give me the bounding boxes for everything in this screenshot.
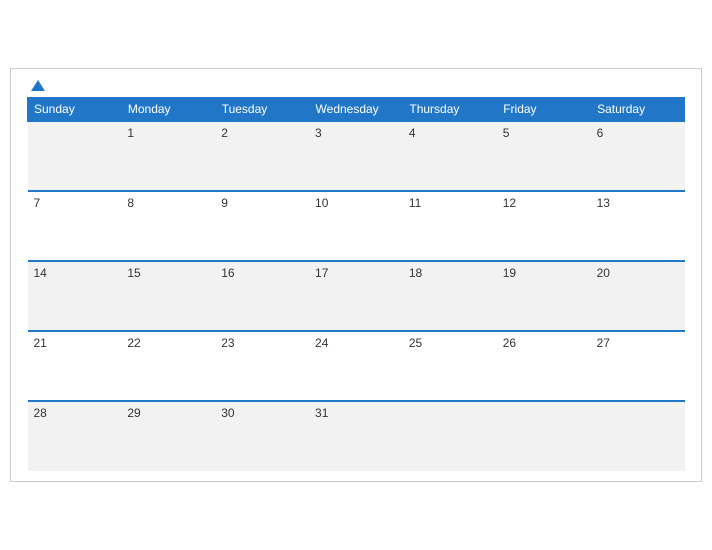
calendar-empty-cell <box>591 401 685 471</box>
day-number: 2 <box>221 126 228 140</box>
day-number: 11 <box>409 196 421 210</box>
day-number: 15 <box>127 266 140 280</box>
day-number: 28 <box>34 406 47 420</box>
day-number: 6 <box>597 126 604 140</box>
calendar-day-8: 8 <box>121 191 215 261</box>
calendar-day-14: 14 <box>28 261 122 331</box>
day-number: 21 <box>34 336 47 350</box>
calendar-week-row: 1 2 3 4 5 6 <box>28 121 685 191</box>
weekday-header-monday: Monday <box>121 98 215 122</box>
day-number: 16 <box>221 266 234 280</box>
calendar-day-24: 24 <box>309 331 403 401</box>
day-number: 17 <box>315 266 328 280</box>
calendar-day-15: 15 <box>121 261 215 331</box>
day-number: 4 <box>409 126 416 140</box>
calendar-day-7: 7 <box>28 191 122 261</box>
day-number: 12 <box>503 196 516 210</box>
day-number: 25 <box>409 336 422 350</box>
calendar-day-21: 21 <box>28 331 122 401</box>
calendar-day-4: 4 <box>403 121 497 191</box>
day-number: 24 <box>315 336 328 350</box>
calendar-empty-cell <box>497 401 591 471</box>
day-number: 29 <box>127 406 140 420</box>
day-number: 18 <box>409 266 422 280</box>
day-number: 30 <box>221 406 234 420</box>
calendar-day-18: 18 <box>403 261 497 331</box>
day-number: 22 <box>127 336 140 350</box>
weekday-header-thursday: Thursday <box>403 98 497 122</box>
day-number: 8 <box>127 196 134 210</box>
day-number: 5 <box>503 126 510 140</box>
weekday-header-sunday: Sunday <box>28 98 122 122</box>
calendar-day-13: 13 <box>591 191 685 261</box>
calendar-day-3: 3 <box>309 121 403 191</box>
day-number: 9 <box>221 196 228 210</box>
logo-triangle-icon <box>31 80 45 91</box>
calendar-day-27: 27 <box>591 331 685 401</box>
calendar-week-row: 14 15 16 17 18 19 20 <box>28 261 685 331</box>
day-number: 13 <box>597 196 610 210</box>
day-number: 20 <box>597 266 610 280</box>
day-number: 27 <box>597 336 610 350</box>
calendar-day-16: 16 <box>215 261 309 331</box>
calendar-wrapper: SundayMondayTuesdayWednesdayThursdayFrid… <box>10 68 702 482</box>
weekday-header-row: SundayMondayTuesdayWednesdayThursdayFrid… <box>28 98 685 122</box>
day-number: 19 <box>503 266 516 280</box>
logo <box>27 80 45 91</box>
calendar-day-6: 6 <box>591 121 685 191</box>
weekday-header-saturday: Saturday <box>591 98 685 122</box>
calendar-day-25: 25 <box>403 331 497 401</box>
calendar-day-22: 22 <box>121 331 215 401</box>
calendar-day-10: 10 <box>309 191 403 261</box>
calendar-day-28: 28 <box>28 401 122 471</box>
day-number: 31 <box>315 406 328 420</box>
day-number: 3 <box>315 126 322 140</box>
calendar-day-17: 17 <box>309 261 403 331</box>
day-number: 26 <box>503 336 516 350</box>
calendar-day-31: 31 <box>309 401 403 471</box>
day-number: 1 <box>127 126 134 140</box>
calendar-day-11: 11 <box>403 191 497 261</box>
calendar-day-9: 9 <box>215 191 309 261</box>
calendar-day-30: 30 <box>215 401 309 471</box>
logo-blue-text <box>27 80 45 91</box>
weekday-header-tuesday: Tuesday <box>215 98 309 122</box>
weekday-header-friday: Friday <box>497 98 591 122</box>
calendar-empty-cell <box>28 121 122 191</box>
weekday-header-wednesday: Wednesday <box>309 98 403 122</box>
calendar-day-26: 26 <box>497 331 591 401</box>
calendar-day-2: 2 <box>215 121 309 191</box>
day-number: 7 <box>34 196 41 210</box>
calendar-day-12: 12 <box>497 191 591 261</box>
calendar-day-23: 23 <box>215 331 309 401</box>
calendar-day-20: 20 <box>591 261 685 331</box>
calendar-empty-cell <box>403 401 497 471</box>
day-number: 10 <box>315 196 328 210</box>
calendar-day-1: 1 <box>121 121 215 191</box>
calendar-grid: SundayMondayTuesdayWednesdayThursdayFrid… <box>27 97 685 471</box>
day-number: 14 <box>34 266 47 280</box>
calendar-week-row: 21 22 23 24 25 26 27 <box>28 331 685 401</box>
calendar-day-19: 19 <box>497 261 591 331</box>
day-number: 23 <box>221 336 234 350</box>
calendar-day-5: 5 <box>497 121 591 191</box>
calendar-week-row: 28 29 30 31 <box>28 401 685 471</box>
calendar-week-row: 7 8 9 10 11 12 13 <box>28 191 685 261</box>
calendar-day-29: 29 <box>121 401 215 471</box>
